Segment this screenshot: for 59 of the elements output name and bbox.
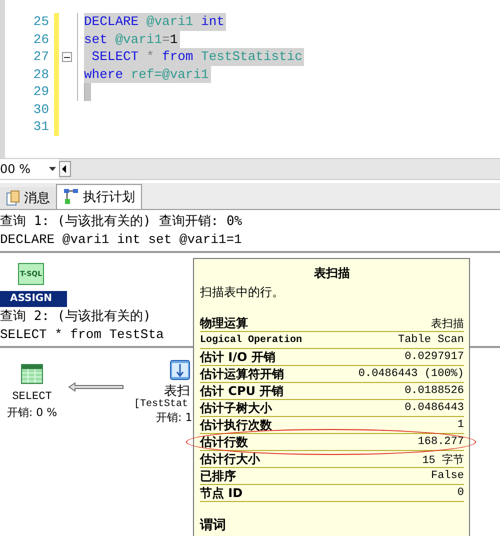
messages-icon: [6, 190, 20, 206]
code-line: SELECT * from TestStatistic: [90, 48, 304, 66]
property-value: 168.277: [418, 436, 464, 448]
line-number: 29: [32, 83, 49, 100]
property-label: 估计执行次数: [200, 416, 272, 434]
section-heading: 谓词: [200, 517, 227, 534]
property-label: 估计 CPU 开销: [200, 382, 284, 400]
query-text: SELECT * from TestSta: [0, 326, 164, 343]
line-number: 28: [32, 66, 49, 83]
tooltip-description: 扫描表中的行。: [200, 284, 285, 301]
horizontal-scrollbar[interactable]: [59, 159, 500, 179]
code-line: DECLARE @vari1 int: [84, 13, 226, 30]
line-number: 25: [32, 13, 49, 30]
property-label: 估计子树大小: [200, 400, 272, 416]
collapse-icon[interactable]: [62, 52, 72, 62]
table-icon[interactable]: [21, 364, 43, 384]
property-value: 0.0486443 (100%): [358, 368, 464, 380]
property-label: 估计 I/O 开销: [200, 348, 276, 366]
node-label: 开销: 1: [156, 410, 192, 425]
property-value: 表扫描: [431, 317, 464, 330]
line-number: 31: [32, 118, 49, 136]
line-number: 27: [32, 48, 49, 66]
tooltip-title: 表扫描: [313, 265, 351, 282]
scroll-left-icon[interactable]: [59, 161, 71, 177]
line-number: 26: [32, 30, 49, 48]
node-label: 表扫: [164, 384, 190, 399]
property-value: False: [430, 470, 464, 482]
flow-arrow-icon: [68, 382, 124, 392]
property-value: 0.0188526: [404, 385, 464, 397]
assign-label: ASSIGN: [0, 291, 67, 307]
code-line: where ref=@vari1: [84, 66, 210, 83]
property-label: 物理运算: [200, 314, 248, 332]
property-label: 已排序: [200, 468, 236, 484]
node-label: 开销: 0 %: [6, 405, 58, 420]
property-value: 1: [457, 419, 464, 431]
query-header: 查询 1: (与该批有关的) 查询开销: 0%: [0, 213, 242, 231]
tab[interactable]: 执行计划: [56, 184, 142, 209]
caret-icon: [49, 167, 56, 171]
property-label: 估计行大小: [200, 450, 260, 468]
line-number: 30: [32, 100, 49, 118]
property-value: Table Scan: [398, 334, 464, 346]
zoom-dropdown[interactable]: 00 %: [0, 159, 59, 179]
selection-highlight: [84, 83, 91, 100]
node-label: [TestStat: [134, 399, 188, 410]
query-header: 查询 2: (与该批有关的): [0, 308, 151, 326]
property-value: 0.0297917: [404, 351, 464, 363]
plan-icon: [63, 188, 79, 206]
property-value: 0: [457, 487, 464, 499]
query-text: DECLARE @vari1 int set @vari1=1: [0, 231, 242, 248]
property-label: 估计行数: [200, 434, 248, 450]
property-label: Logical Operation: [200, 334, 302, 346]
property-label: 估计运算符开销: [200, 366, 284, 382]
property-value: 0.0486443: [404, 402, 464, 414]
property-label: 节点 ID: [200, 484, 243, 502]
table-scan-icon[interactable]: [170, 360, 190, 380]
tab[interactable]: 消息: [0, 187, 56, 209]
node-label: SELECT: [12, 390, 52, 405]
code-line: set @vari1=1: [84, 30, 179, 48]
property-value: 15 字节: [422, 452, 464, 466]
